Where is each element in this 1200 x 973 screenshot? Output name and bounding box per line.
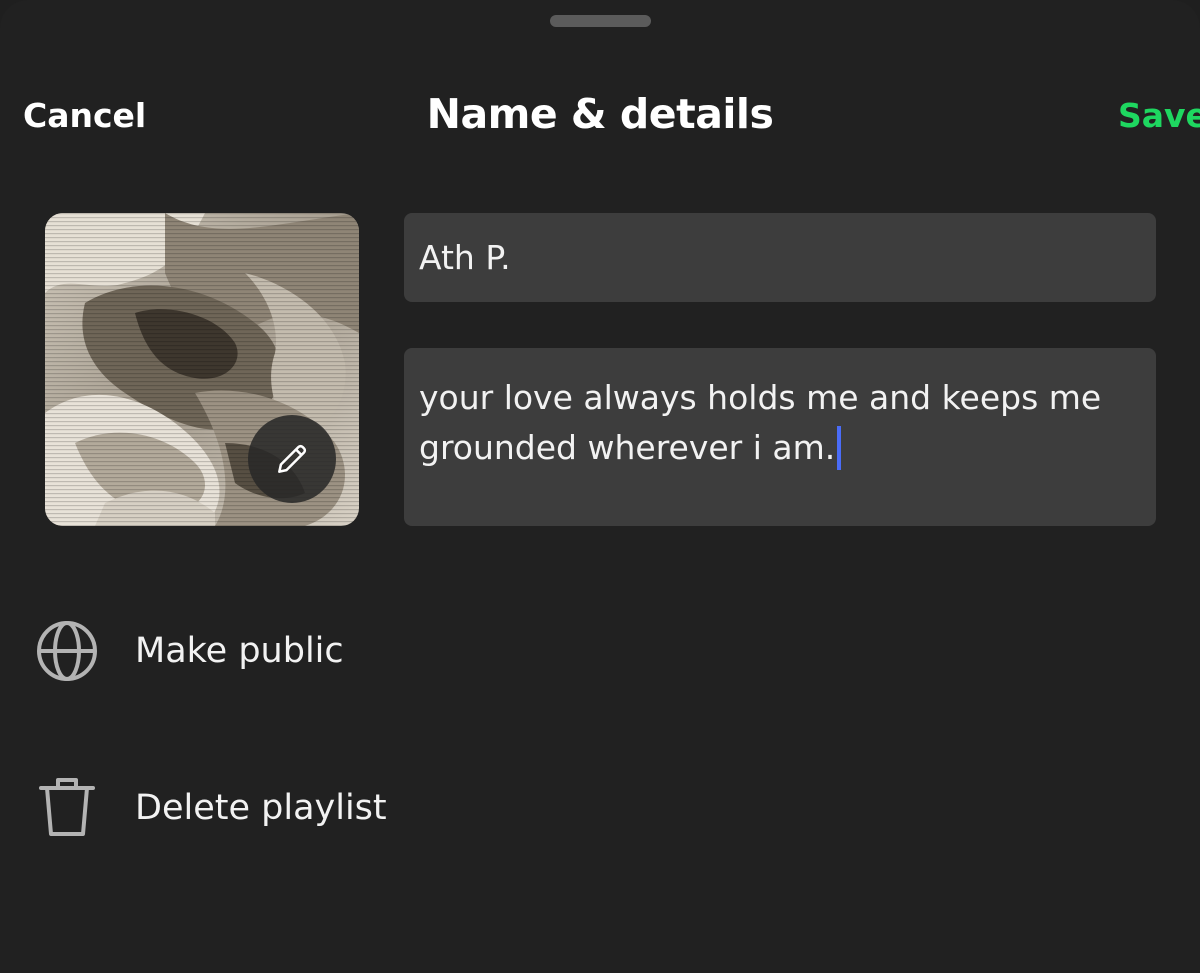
save-button[interactable]: Save (1118, 94, 1200, 138)
edit-cover-button[interactable] (248, 415, 336, 503)
playlist-description-input[interactable]: your love always holds me and keeps me g… (404, 348, 1156, 526)
trash-icon (30, 771, 104, 845)
delete-playlist-option[interactable]: Delete playlist (30, 768, 730, 848)
text-cursor (837, 426, 842, 470)
playlist-name-input[interactable]: Ath P. (404, 213, 1156, 302)
make-public-label: Make public (135, 631, 344, 671)
sheet-grabber-handle[interactable] (550, 15, 651, 27)
delete-playlist-label: Delete playlist (135, 788, 387, 828)
pencil-icon (278, 444, 307, 473)
make-public-option[interactable]: Make public (30, 611, 730, 691)
playlist-cover-image[interactable] (45, 213, 359, 526)
playlist-description-value: your love always holds me and keeps me g… (419, 378, 1102, 467)
edit-details-sheet: Cancel Name & details Save Ath P. your l… (0, 0, 1200, 973)
globe-icon (30, 614, 104, 688)
page-title: Name & details (426, 90, 774, 138)
playlist-name-value: Ath P. (419, 238, 511, 277)
